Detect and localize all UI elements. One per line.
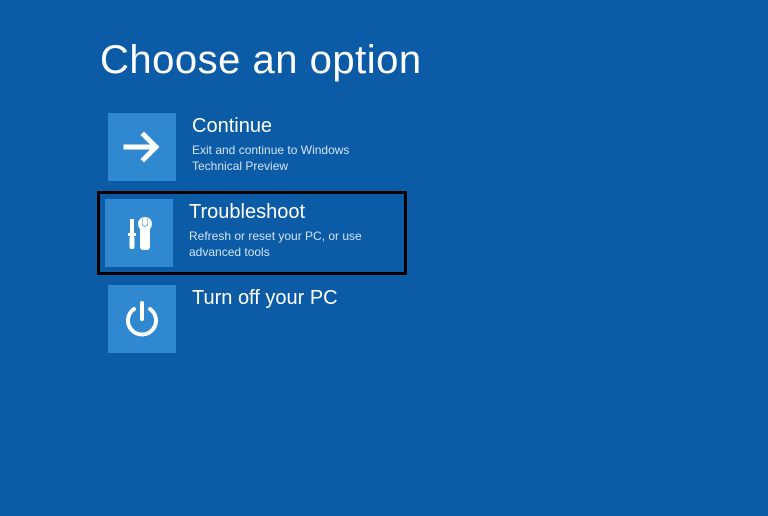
option-continue-text: Continue Exit and continue to Windows Te… [176, 113, 392, 174]
arrow-right-icon [108, 113, 176, 181]
option-troubleshoot-title: Troubleshoot [189, 201, 389, 224]
option-turnoff-title: Turn off your PC [192, 287, 338, 310]
page-title: Choose an option [0, 0, 768, 105]
option-turnoff[interactable]: Turn off your PC [100, 277, 410, 361]
option-troubleshoot[interactable]: Troubleshoot Refresh or reset your PC, o… [97, 191, 407, 275]
tools-icon [105, 199, 173, 267]
option-continue-title: Continue [192, 115, 392, 138]
option-turnoff-text: Turn off your PC [176, 285, 338, 314]
option-continue[interactable]: Continue Exit and continue to Windows Te… [100, 105, 410, 189]
option-troubleshoot-text: Troubleshoot Refresh or reset your PC, o… [173, 199, 389, 260]
power-icon [108, 285, 176, 353]
option-continue-desc: Exit and continue to Windows Technical P… [192, 142, 392, 174]
option-troubleshoot-desc: Refresh or reset your PC, or use advance… [189, 228, 389, 260]
options-list: Continue Exit and continue to Windows Te… [0, 105, 768, 361]
